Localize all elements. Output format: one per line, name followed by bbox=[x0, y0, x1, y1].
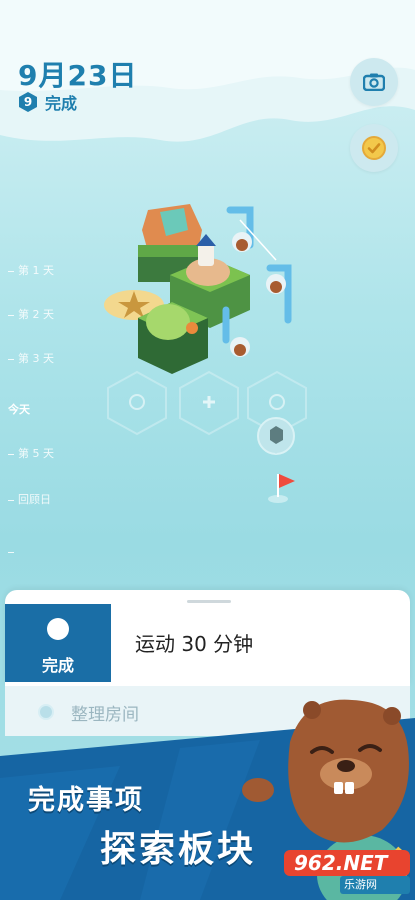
island-scene[interactable] bbox=[100, 190, 330, 510]
check-badge-icon bbox=[362, 136, 386, 160]
hex-count-badge: 9 bbox=[17, 91, 39, 113]
date-title: 9月23日 bbox=[18, 59, 138, 92]
promo-title-line1: 完成事项 bbox=[28, 785, 144, 816]
radio-circle-icon bbox=[47, 618, 69, 640]
current-task-title[interactable]: 运动 30 分钟 bbox=[135, 628, 253, 657]
current-task-card: 完成 运动 30 分钟 bbox=[5, 590, 410, 686]
timeline-tick bbox=[8, 545, 18, 558]
watermark-text: 962.NET bbox=[294, 851, 388, 875]
watermark-subtext: 乐游网 bbox=[344, 878, 377, 891]
complete-button-label: 完成 bbox=[41, 656, 74, 675]
promo-title-line2: 探索板块 bbox=[100, 829, 257, 870]
timeline-today[interactable]: 今天 bbox=[8, 401, 30, 417]
drag-handle[interactable] bbox=[187, 600, 231, 603]
done-label: 完成 bbox=[45, 94, 78, 113]
camera-button[interactable] bbox=[350, 58, 398, 106]
timeline-day-3[interactable]: 第 3 天 bbox=[8, 350, 54, 366]
complete-task-button[interactable]: 完成 bbox=[5, 604, 111, 682]
timeline-day-1[interactable]: 第 1 天 bbox=[8, 262, 54, 278]
achievement-button[interactable] bbox=[350, 124, 398, 172]
camera-icon bbox=[363, 73, 385, 91]
timeline-day-2[interactable]: 第 2 天 bbox=[8, 306, 54, 322]
done-count-row: 9 完成 bbox=[17, 90, 77, 114]
timeline-day-5[interactable]: 第 5 天 bbox=[8, 445, 54, 461]
timeline-review-day[interactable]: 回顾日 bbox=[8, 491, 51, 507]
